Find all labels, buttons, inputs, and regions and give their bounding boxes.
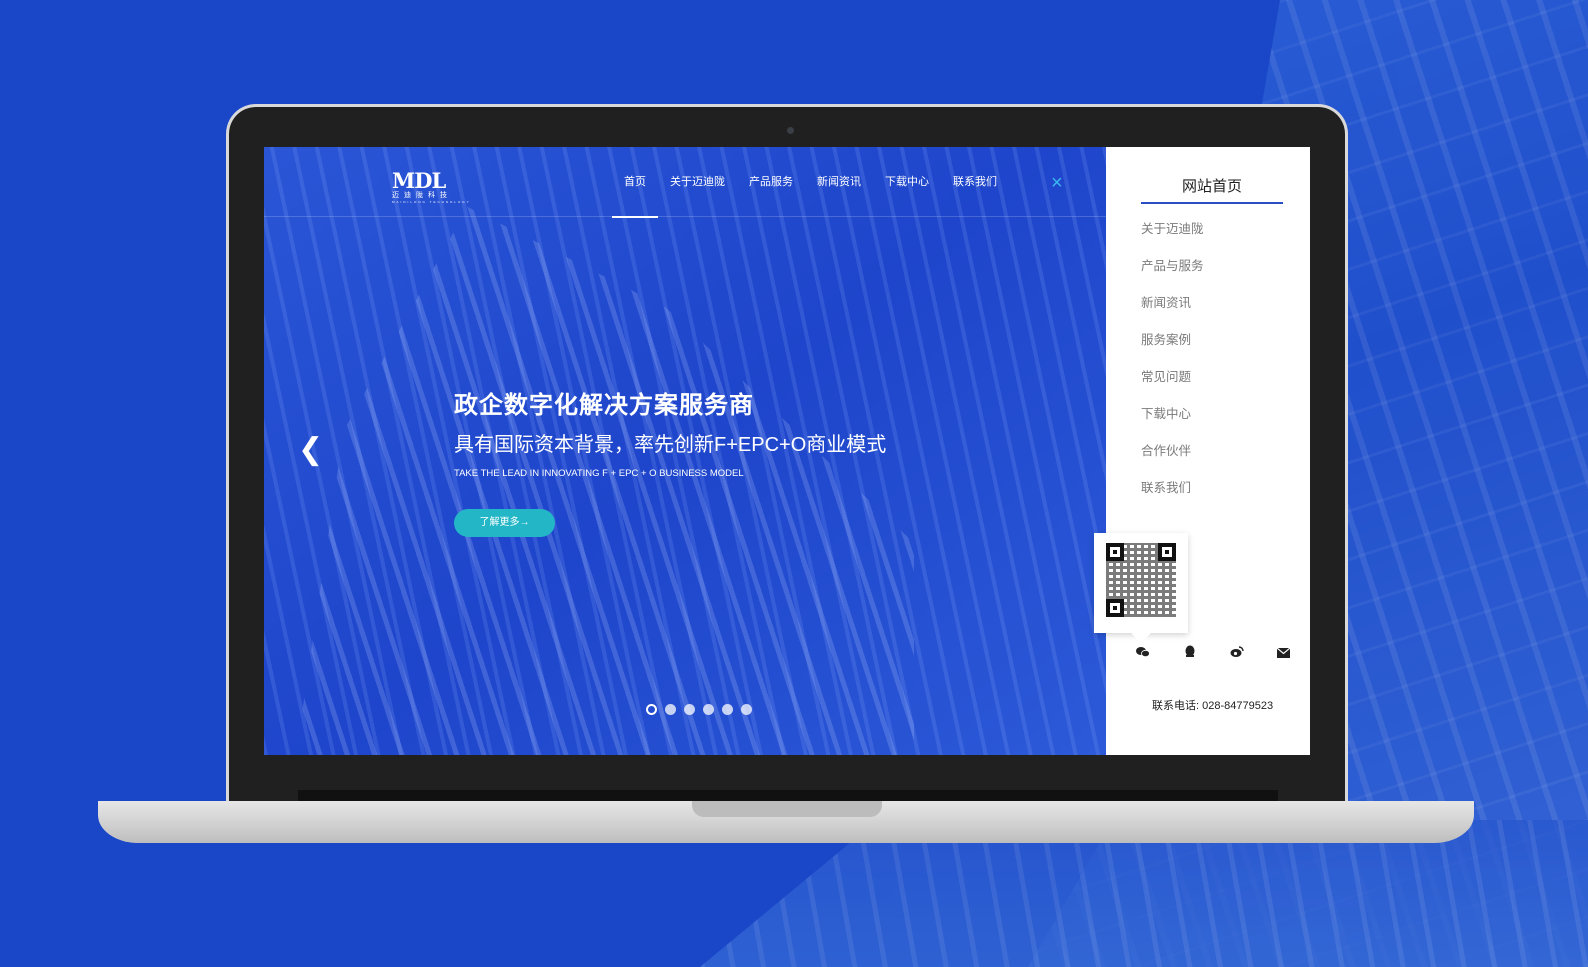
logo-mark: MDL: [392, 168, 446, 193]
carousel-dot[interactable]: [722, 704, 733, 715]
nav-menu: 首页 关于迈迪陇 产品服务 新闻资讯 下载中心 联系我们: [612, 147, 1009, 218]
laptop-notch: [692, 801, 882, 817]
carousel-dots: [646, 704, 752, 715]
side-menu-item[interactable]: 产品与服务: [1141, 252, 1204, 289]
carousel-dot[interactable]: [665, 704, 676, 715]
carousel-dot[interactable]: [646, 704, 657, 715]
logo[interactable]: MDL 迈迪陇科技 MAIDILONG TECHNOLOGY: [392, 168, 471, 204]
side-menu-panel: 网站首页 关于迈迪陇 产品与服务 新闻资讯 服务案例 常见问题 下载中心 合作伙…: [1106, 147, 1310, 755]
nav-item-contact[interactable]: 联系我们: [941, 147, 1009, 217]
close-icon[interactable]: ×: [1051, 173, 1063, 193]
top-navbar: MDL 迈迪陇科技 MAIDILONG TECHNOLOGY 首页 关于迈迪陇 …: [264, 147, 1106, 218]
nav-item-about[interactable]: 关于迈迪陇: [658, 147, 737, 217]
carousel-dot[interactable]: [684, 704, 695, 715]
hero-tagline: TAKE THE LEAD IN INNOVATING F + EPC + O …: [454, 468, 744, 479]
learn-more-button[interactable]: 了解更多→: [454, 509, 555, 537]
logo-english: MAIDILONG TECHNOLOGY: [392, 200, 471, 204]
weibo-icon[interactable]: [1228, 645, 1245, 662]
side-menu-list: 关于迈迪陇 产品与服务 新闻资讯 服务案例 常见问题 下载中心 合作伙伴 联系我…: [1141, 215, 1204, 511]
laptop-screen: MDL 迈迪陇科技 MAIDILONG TECHNOLOGY 首页 关于迈迪陇 …: [264, 147, 1310, 755]
side-menu-item[interactable]: 下载中心: [1141, 400, 1204, 437]
nav-item-news[interactable]: 新闻资讯: [805, 147, 873, 217]
hero-subtitle: 具有国际资本背景，率先创新F+EPC+O商业模式: [454, 434, 887, 456]
slide-text: 政企数字化解决方案服务商 具有国际资本背景，率先创新F+EPC+O商业模式 TA…: [454, 389, 886, 537]
qq-icon[interactable]: [1181, 645, 1198, 662]
contact-phone: 联系电话: 028-84779523: [1152, 700, 1274, 712]
side-menu-item[interactable]: 常见问题: [1141, 363, 1204, 400]
camera: [787, 127, 794, 134]
logo-subtitle: 迈迪陇科技: [392, 192, 452, 199]
hero-banner: MDL 迈迪陇科技 MAIDILONG TECHNOLOGY 首页 关于迈迪陇 …: [264, 147, 1106, 755]
side-menu-item[interactable]: 新闻资讯: [1141, 289, 1204, 326]
nav-item-home[interactable]: 首页: [612, 147, 658, 218]
qr-code: [1106, 543, 1176, 617]
mail-icon[interactable]: [1275, 645, 1292, 662]
nav-item-products[interactable]: 产品服务: [737, 147, 805, 217]
nav-item-downloads[interactable]: 下载中心: [873, 147, 941, 217]
hero-title: 政企数字化解决方案服务商: [454, 392, 754, 419]
side-menu-item[interactable]: 合作伙伴: [1141, 437, 1204, 474]
wechat-icon[interactable]: [1134, 645, 1151, 662]
carousel-dot[interactable]: [741, 704, 752, 715]
side-menu-item[interactable]: 关于迈迪陇: [1141, 215, 1204, 252]
social-links: [1134, 645, 1292, 662]
chevron-left-icon[interactable]: ❮: [298, 432, 323, 467]
qr-code-popup: [1094, 533, 1188, 633]
side-menu-item[interactable]: 联系我们: [1141, 474, 1204, 511]
side-menu-title[interactable]: 网站首页: [1141, 175, 1283, 204]
side-menu-item[interactable]: 服务案例: [1141, 326, 1204, 363]
carousel-dot[interactable]: [703, 704, 714, 715]
